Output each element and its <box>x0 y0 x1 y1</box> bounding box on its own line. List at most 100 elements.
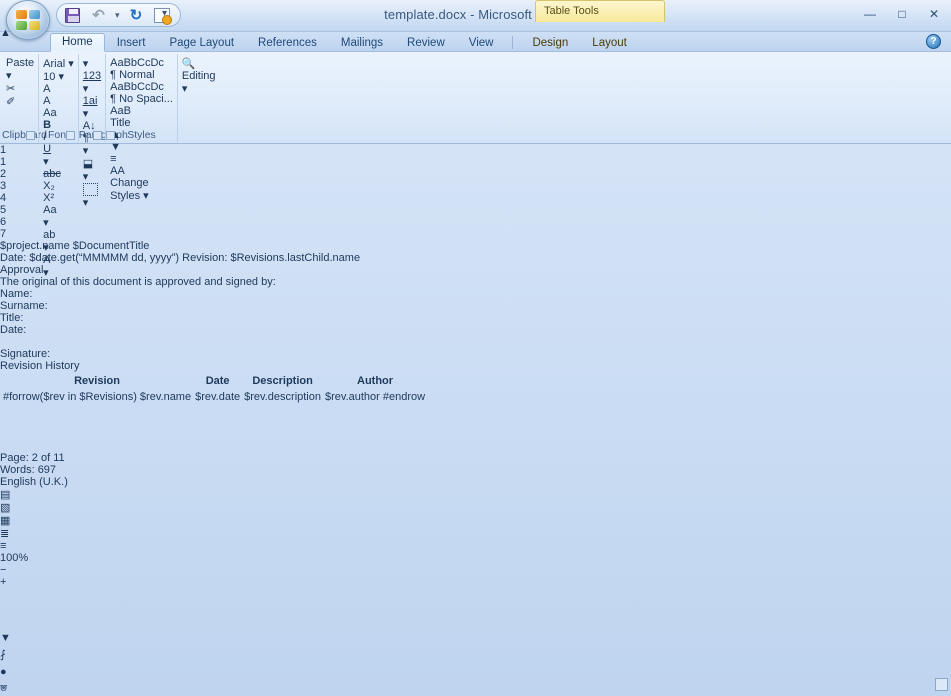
shading-chevron-icon[interactable]: ▾ <box>83 171 89 183</box>
page-setup-dialog-launcher[interactable] <box>935 678 948 691</box>
styles-dialog-launcher[interactable] <box>106 131 115 140</box>
superscript-button[interactable]: X² <box>43 192 74 204</box>
style-normal[interactable]: AaBbCcDc ¶ Normal <box>110 57 173 81</box>
shading-button[interactable]: ⬓ <box>83 157 101 170</box>
contextual-tab-banner: Table Tools <box>535 0 665 22</box>
format-painter-button[interactable]: ✐ <box>6 95 34 108</box>
maximize-button[interactable]: □ <box>891 6 913 22</box>
paste-button[interactable]: Paste ▾ <box>6 57 34 82</box>
previous-page-button[interactable]: ⨏ <box>0 648 6 661</box>
office-button[interactable] <box>6 0 50 40</box>
clipboard-dialog-launcher[interactable] <box>26 131 35 140</box>
tab-mailings[interactable]: Mailings <box>329 34 395 52</box>
approval-box[interactable]: The original of this document is approve… <box>0 276 951 360</box>
subscript-button[interactable]: X₂ <box>43 180 74 192</box>
document-page[interactable]: $project.name $DocumentTitle Date: $date… <box>0 240 951 410</box>
minimize-button[interactable]: — <box>859 6 881 22</box>
font-color-chevron-icon[interactable]: ▾ <box>43 267 49 279</box>
font-dialog-launcher[interactable] <box>66 131 75 140</box>
view-full-screen-reading-button[interactable]: ▧ <box>0 501 951 514</box>
view-draft-button[interactable]: ≡ <box>0 540 951 552</box>
styles-scroll-down-button[interactable]: ▼ <box>110 141 173 153</box>
multilevel-chevron-icon[interactable]: ▾ <box>83 108 89 120</box>
status-language[interactable]: English (U.K.) <box>0 476 951 488</box>
table-row[interactable]: #forrow($rev in $Revisions) $rev.name $r… <box>2 390 426 404</box>
group-styles: AaBbCcDc ¶ Normal AaBbCcDc ¶ No Spaci...… <box>105 54 177 142</box>
editing-chevron-icon[interactable]: ▾ <box>182 82 216 95</box>
underline-button[interactable]: U <box>43 143 74 155</box>
tab-insert[interactable]: Insert <box>105 34 158 52</box>
strikethrough-button[interactable]: abc <box>43 168 74 180</box>
table-row[interactable] <box>2 406 426 408</box>
close-button[interactable]: ✕ <box>923 6 945 22</box>
style-name: Title <box>110 117 173 129</box>
vertical-scroll-thumb[interactable] <box>0 410 951 452</box>
font-size-combo[interactable]: 10 ▾ <box>43 70 74 83</box>
style-no-spacing[interactable]: AaBbCcDc ¶ No Spaci... <box>110 81 173 105</box>
multilevel-list-button[interactable]: 1ai <box>83 95 101 107</box>
cell-description[interactable]: $rev.description <box>243 390 322 404</box>
cell-date[interactable] <box>194 406 241 408</box>
status-page[interactable]: Page: 2 of 11 <box>0 452 951 464</box>
clear-formatting-button[interactable]: Aa <box>43 107 74 119</box>
text-highlight-button[interactable]: ab <box>43 229 74 241</box>
editing-button[interactable]: 🔍 Editing ▾ <box>182 57 216 95</box>
group-font: Arial ▾ 10 ▾ A A Aa B I U ▾ abc X₂ X² Aa <box>38 54 78 142</box>
status-word-count[interactable]: Words: 697 <box>0 464 951 476</box>
highlight-chevron-icon[interactable]: ▾ <box>43 242 49 254</box>
line-spacing-chevron-icon[interactable]: ▾ <box>83 145 89 157</box>
tab-layout[interactable]: Layout <box>580 34 639 52</box>
font-color-button[interactable]: A <box>43 254 74 266</box>
styles-more-button[interactable]: ≡ <box>110 153 173 165</box>
scroll-down-button[interactable]: ▼ <box>0 632 11 644</box>
tab-separator <box>512 36 513 49</box>
numbering-button[interactable]: 123 <box>83 70 101 82</box>
cell-revision[interactable] <box>2 406 192 408</box>
highlighter-icon: ab <box>43 229 74 241</box>
select-browse-object-button[interactable]: ● <box>0 666 7 678</box>
cell-author[interactable]: $rev.author #endrow <box>324 390 426 404</box>
tab-home[interactable]: Home <box>50 33 105 52</box>
chevron-down-icon[interactable]: ▾ <box>68 58 74 70</box>
help-button[interactable]: ? <box>926 34 941 49</box>
bullets-chevron-icon[interactable]: ▾ <box>83 58 89 70</box>
chevron-down-icon[interactable]: ▾ <box>58 71 64 83</box>
cell-date[interactable]: $rev.date <box>194 390 241 404</box>
paste-label: Paste <box>6 57 34 69</box>
tab-review[interactable]: Review <box>395 34 457 52</box>
view-print-layout-button[interactable]: ▤ <box>0 488 951 501</box>
tab-references[interactable]: References <box>246 34 329 52</box>
cell-revision[interactable]: #forrow($rev in $Revisions) $rev.name <box>2 390 192 404</box>
zoom-out-button[interactable]: − <box>0 564 951 576</box>
approval-line: The original of this document is approve… <box>0 276 951 288</box>
zoom-level-label[interactable]: 100% <box>0 552 951 564</box>
view-outline-button[interactable]: ≣ <box>0 527 951 540</box>
cell-description[interactable] <box>243 406 322 408</box>
cut-button[interactable]: ✂ <box>6 82 34 95</box>
paragraph-dialog-launcher[interactable] <box>93 131 102 140</box>
paste-caret-icon[interactable]: ▾ <box>6 69 34 82</box>
view-web-layout-button[interactable]: ▦ <box>0 514 951 527</box>
borders-chevron-icon[interactable]: ▾ <box>83 197 89 209</box>
font-name-combo[interactable]: Arial ▾ <box>43 57 74 70</box>
vertical-scrollbar[interactable]: ▲ ▼ ⨏ ● ⩐ <box>0 410 951 452</box>
tab-view[interactable]: View <box>457 34 506 52</box>
underline-chevron-icon[interactable]: ▾ <box>43 156 49 168</box>
change-styles-button[interactable]: AA Change Styles ▾ <box>110 165 173 202</box>
status-bar: Page: 2 of 11 Words: 697 English (U.K.) … <box>0 452 951 588</box>
shrink-font-button[interactable]: A <box>43 95 74 107</box>
revision-history-table[interactable]: Revision Date Description Author #forrow… <box>0 372 428 410</box>
next-page-button[interactable]: ⩐ <box>0 682 7 695</box>
cell-author[interactable] <box>324 406 426 408</box>
tab-design[interactable]: Design <box>520 34 580 52</box>
numbering-chevron-icon[interactable]: ▾ <box>83 83 89 95</box>
tab-page-layout[interactable]: Page Layout <box>157 34 246 52</box>
change-case-chevron-icon[interactable]: ▾ <box>43 217 49 229</box>
grow-font-button[interactable]: A <box>43 83 74 95</box>
borders-button[interactable] <box>83 183 101 196</box>
column-header-description: Description <box>243 374 322 388</box>
change-styles-icon: AA <box>110 165 173 177</box>
change-case-button[interactable]: Aa <box>43 204 74 216</box>
zoom-in-button[interactable]: + <box>0 576 951 588</box>
style-title[interactable]: AaB Title <box>110 105 173 129</box>
